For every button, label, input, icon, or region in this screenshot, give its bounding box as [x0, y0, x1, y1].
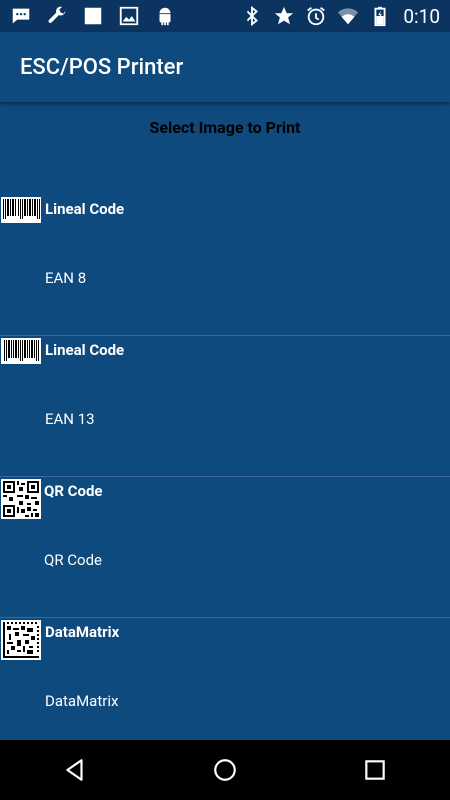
list-item-ean8[interactable]: Lineal Code EAN 8: [0, 195, 450, 336]
ean8-barcode-icon: [1, 197, 41, 223]
status-left-icons: [10, 5, 176, 27]
recents-icon: [365, 760, 385, 780]
back-icon: [66, 759, 83, 781]
status-bar: 0:10: [0, 0, 450, 32]
select-image-heading: Select Image to Print: [149, 118, 301, 137]
app-bar: ESC/POS Printer: [0, 32, 450, 102]
status-time: 0:10: [403, 4, 440, 28]
qr-code-icon: [1, 479, 41, 519]
ean13-barcode-icon: [1, 338, 41, 364]
image-icon: [118, 5, 140, 27]
item-subtitle: EAN 8: [45, 269, 87, 287]
alarm-icon: [305, 5, 327, 27]
navigation-bar: [0, 740, 450, 800]
recents-button[interactable]: [345, 740, 405, 800]
datamatrix-icon: [1, 620, 41, 660]
message-icon: [10, 5, 32, 27]
item-title: QR Code: [44, 482, 103, 500]
bluetooth-icon: [241, 5, 263, 27]
item-title: DataMatrix: [45, 623, 120, 641]
item-title: Lineal Code: [45, 200, 125, 218]
back-button[interactable]: [45, 740, 105, 800]
list-item-ean13[interactable]: Lineal Code EAN 13: [0, 336, 450, 477]
wifi-icon: [337, 5, 359, 27]
main-content: Select Image to Print Lineal Code EAN 8 …: [0, 102, 450, 759]
item-title: Lineal Code: [45, 341, 125, 359]
item-subtitle: QR Code: [44, 551, 103, 569]
image-list: Lineal Code EAN 8 Lineal Code EAN 13 QR …: [0, 195, 450, 759]
star-icon: [273, 5, 295, 27]
wrench-icon: [46, 5, 68, 27]
list-item-qr-code[interactable]: QR Code QR Code: [0, 477, 450, 618]
home-icon: [214, 759, 236, 781]
battery-icon: [369, 5, 391, 27]
app-title: ESC/POS Printer: [20, 54, 184, 80]
item-subtitle: DataMatrix: [45, 692, 119, 710]
item-subtitle: EAN 13: [45, 410, 95, 428]
home-button[interactable]: [195, 740, 255, 800]
square-icon: [82, 5, 104, 27]
status-right-icons: 0:10: [241, 5, 440, 28]
android-icon: [154, 5, 176, 27]
list-item-datamatrix[interactable]: DataMatrix DataMatrix: [0, 618, 450, 759]
